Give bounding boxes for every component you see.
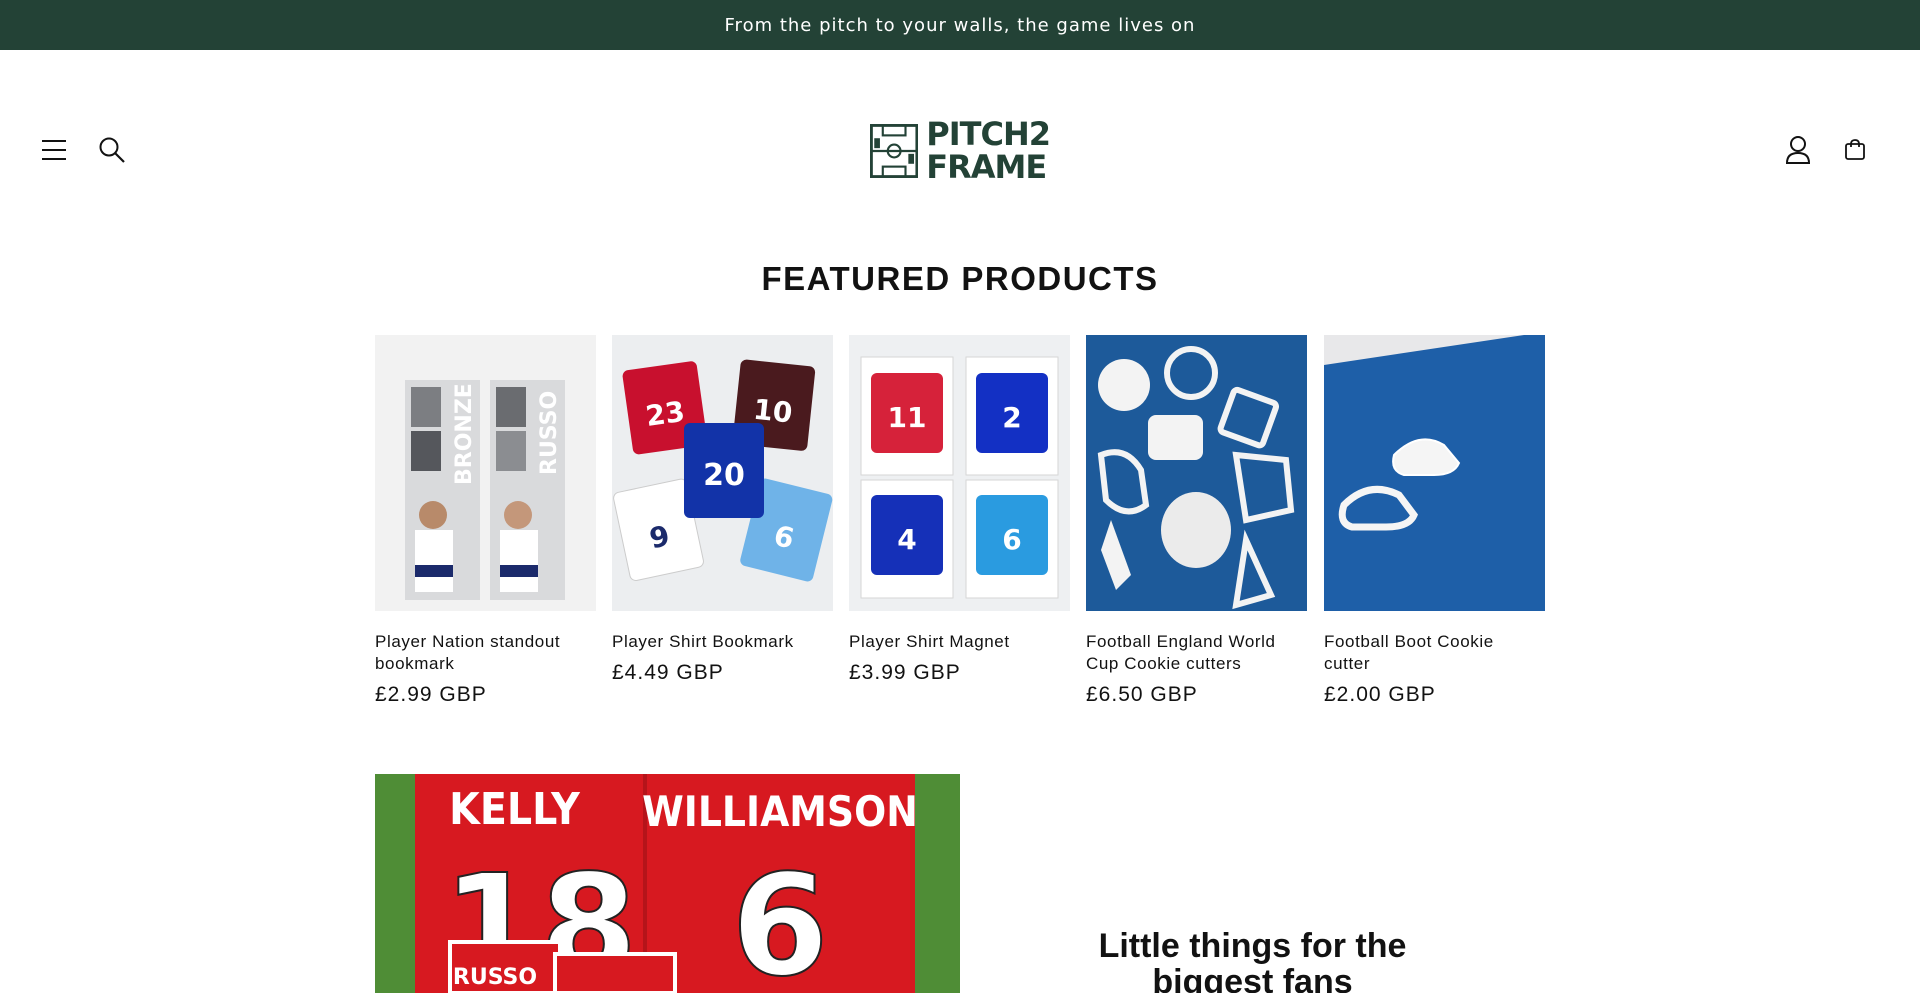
banner-image: KELLY WILLIAMSON 18 6 RUSSO	[375, 774, 960, 993]
product-image[interactable]	[1324, 335, 1545, 611]
search-button[interactable]	[88, 126, 136, 174]
image-label: RUSSO	[453, 965, 537, 990]
image-label: KELLY	[449, 783, 580, 835]
product-price: £6.50 GBP	[1086, 683, 1198, 706]
product-image[interactable]: 11 2 4 6	[849, 335, 1070, 611]
account-icon	[1785, 136, 1811, 164]
featured-products-title: FEATURED PRODUCTS	[761, 260, 1159, 297]
logo-wordmark: PITCH2 FRAME	[926, 115, 1051, 186]
product-card[interactable]: Football England World Cup Cookie cutter…	[1086, 335, 1307, 707]
image-label: 6	[1002, 523, 1021, 556]
search-icon	[99, 137, 125, 163]
product-title[interactable]: Player Shirt Bookmark	[612, 631, 833, 653]
image-label: 2	[1002, 401, 1021, 434]
image-label: 6	[731, 845, 828, 993]
image-label: 23	[644, 395, 687, 433]
account-button[interactable]	[1774, 126, 1822, 174]
product-price: £2.99 GBP	[375, 683, 487, 706]
image-label: RUSSO	[537, 391, 562, 475]
image-label: 4	[897, 523, 916, 556]
site-header: PITCH2 FRAME	[0, 50, 1920, 250]
product-image[interactable]: 23 10 9 6 20	[612, 335, 833, 611]
product-title[interactable]: Player Nation standout bookmark	[375, 631, 596, 675]
product-title[interactable]: Football Boot Cookie cutter	[1324, 631, 1545, 675]
product-price: £3.99 GBP	[849, 661, 961, 684]
product-image[interactable]	[1086, 335, 1307, 611]
logo-line-1: PITCH2	[926, 115, 1051, 153]
image-label: 20	[703, 458, 745, 493]
image-label: BRONZE	[452, 383, 477, 485]
announcement-bar: From the pitch to your walls, the game l…	[0, 0, 1920, 50]
cart-button[interactable]	[1831, 126, 1879, 174]
site-logo[interactable]: PITCH2 FRAME	[870, 113, 1051, 189]
product-price: £4.49 GBP	[612, 661, 724, 684]
product-title[interactable]: Player Shirt Magnet	[849, 631, 1070, 653]
logo-line-2: FRAME	[926, 148, 1047, 186]
menu-button[interactable]	[30, 126, 78, 174]
product-card[interactable]: 11 2 4 6 Player Shirt Magnet £3.99 GBP	[849, 335, 1070, 685]
product-card[interactable]: 23 10 9 6 20 Player Shirt Bookmark £4.49…	[612, 335, 833, 685]
product-card[interactable]: BRONZE RUSSO Player Nation standout book…	[375, 335, 596, 707]
product-title[interactable]: Football England World Cup Cookie cutter…	[1086, 631, 1307, 675]
image-label: 11	[888, 401, 927, 434]
product-price: £2.00 GBP	[1324, 683, 1436, 706]
product-image[interactable]: BRONZE RUSSO	[375, 335, 596, 611]
announcement-text: From the pitch to your walls, the game l…	[724, 14, 1196, 36]
cart-icon	[1845, 139, 1865, 160]
pitch-logo-icon	[870, 124, 919, 178]
product-grid: BRONZE RUSSO Player Nation standout book…	[375, 335, 1545, 725]
hamburger-menu-icon	[42, 140, 66, 160]
banner-heading: Little things for the biggest fans	[1098, 927, 1407, 993]
product-card[interactable]: Football Boot Cookie cutter £2.00 GBP	[1324, 335, 1545, 707]
image-label: WILLIAMSON	[642, 788, 918, 836]
